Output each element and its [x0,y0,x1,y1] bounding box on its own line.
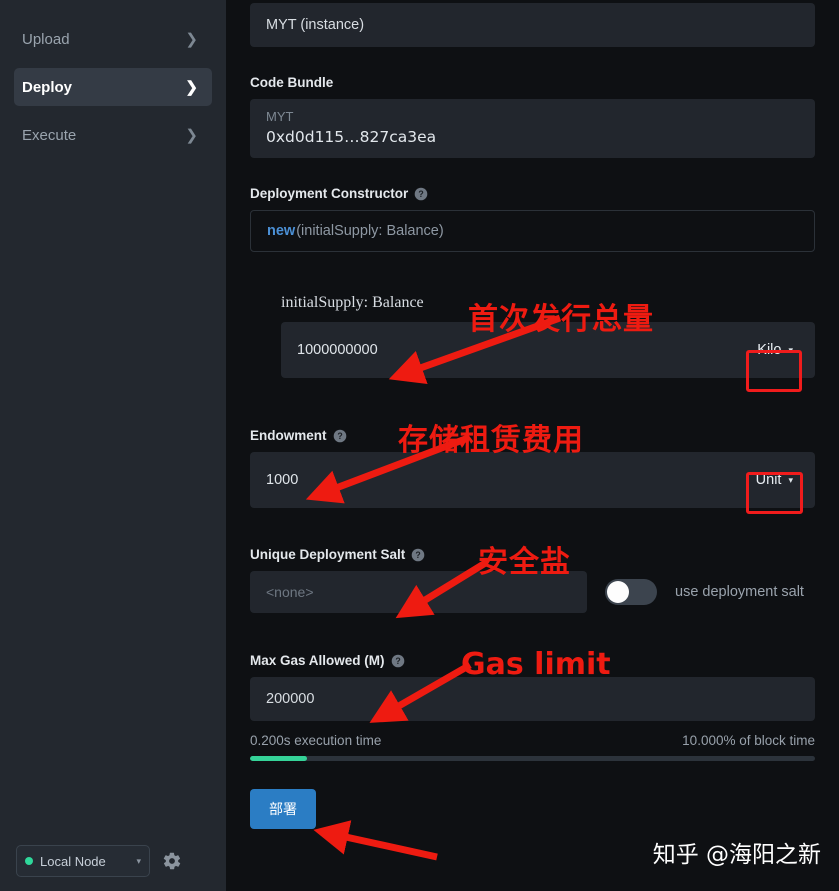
endowment-field[interactable]: 1000 Unit ▾ [250,452,815,508]
block-time-percent-text: 10.000% of block time [682,733,815,748]
deploy-button[interactable]: 部署 [250,789,316,829]
code-bundle-hash: 0xd0d115…827ca3ea [266,128,437,146]
endowment-value: 1000 [266,472,299,488]
gas-progress-bar [250,756,815,761]
sidebar-footer: Local Node ▾ [0,845,226,877]
max-gas-field[interactable]: 200000 [250,677,815,721]
toggle-knob [607,581,629,603]
max-gas-value: 200000 [266,691,315,707]
code-bundle-label-row: Code Bundle [250,75,815,90]
salt-placeholder: <none> [266,584,314,600]
instance-field[interactable]: MYT (instance) [250,3,815,47]
sidebar-item-label: Execute [22,126,77,144]
use-deployment-salt-label: use deployment salt [675,584,804,600]
salt-row: <none> use deployment salt [250,571,815,613]
gas-progress-fill [250,756,307,761]
initial-supply-field[interactable]: 1000000000 Kilo ▾ [281,322,815,378]
chevron-down-icon: ▾ [136,855,141,866]
help-circle-icon[interactable]: ? [391,654,405,668]
salt-input[interactable]: <none> [250,571,587,613]
svg-text:?: ? [419,189,424,199]
svg-text:?: ? [337,431,342,441]
help-circle-icon[interactable]: ? [333,429,347,443]
max-gas-label: Max Gas Allowed (M) [250,653,385,668]
chevron-right-icon: ❯ [185,78,198,96]
constructor-keyword: new [267,223,296,239]
salt-label: Unique Deployment Salt [250,547,406,562]
node-selector[interactable]: Local Node ▾ [16,845,150,877]
help-circle-icon[interactable]: ? [414,187,428,201]
sidebar-nav: Upload ❯ Deploy ❯ Execute ❯ [0,0,226,154]
sidebar-item-execute[interactable]: Execute ❯ [14,116,212,154]
deployment-constructor-label: Deployment Constructor [250,186,409,201]
chevron-right-icon: ❯ [185,30,198,48]
deploy-contract-screen: Upload ❯ Deploy ❯ Execute ❯ Local Node ▾ [0,0,839,891]
settings-button[interactable] [162,851,182,871]
node-label: Local Node [40,853,106,869]
constructor-selector[interactable]: new (initialSupply: Balance) [250,210,815,252]
initial-supply-unit-value: Kilo [757,342,782,358]
chevron-down-icon: ▾ [788,344,793,355]
endowment-label: Endowment [250,428,327,443]
salt-label-row: Unique Deployment Salt ? [250,547,815,562]
max-gas-label-row: Max Gas Allowed (M) ? [250,653,815,668]
use-deployment-salt-toggle[interactable] [605,579,657,605]
endowment-unit-dropdown[interactable]: Unit ▾ [748,467,801,493]
execution-time-text: 0.200s execution time [250,733,382,748]
chevron-down-icon: ▾ [788,474,793,485]
instance-field-value: MYT (instance) [266,17,365,33]
endowment-label-row: Endowment ? [250,428,815,443]
main-content: MYT (instance) Code Bundle MYT 0xd0d115…… [226,0,839,891]
svg-text:?: ? [395,656,400,666]
sidebar-item-deploy[interactable]: Deploy ❯ [14,68,212,106]
sidebar-item-label: Deploy [22,78,73,96]
help-circle-icon[interactable]: ? [411,548,425,562]
watermark: 知乎 @海阳之新 [652,842,821,868]
sidebar: Upload ❯ Deploy ❯ Execute ❯ Local Node ▾ [0,0,226,891]
deployment-constructor-label-row: Deployment Constructor ? [250,186,815,201]
endowment-unit-value: Unit [755,472,782,488]
gas-meta-row: 0.200s execution time 10.000% of block t… [250,733,815,748]
chevron-right-icon: ❯ [185,126,198,144]
initial-supply-value: 1000000000 [297,342,378,358]
code-bundle-label: Code Bundle [250,75,334,90]
initial-supply-param-label: initialSupply: Balance [281,294,424,311]
node-status-dot [25,857,33,865]
sidebar-item-label: Upload [22,30,70,48]
initial-supply-unit-dropdown[interactable]: Kilo ▾ [749,337,801,363]
code-bundle-name: MYT [266,109,294,124]
svg-text:?: ? [416,550,421,560]
sidebar-item-upload[interactable]: Upload ❯ [14,20,212,58]
constructor-signature: (initialSupply: Balance) [296,223,444,239]
gear-icon [163,852,181,870]
code-bundle-field[interactable]: MYT 0xd0d115…827ca3ea [250,99,815,158]
